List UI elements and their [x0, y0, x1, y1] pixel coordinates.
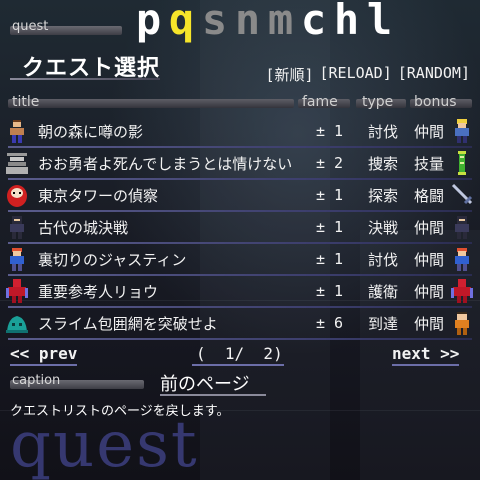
- quest-title: 東京タワーの偵察: [38, 187, 159, 205]
- quest-fame: ± 1: [316, 282, 344, 300]
- header-letter: c: [300, 0, 327, 44]
- quest-title: 朝の森に噂の影: [38, 123, 144, 141]
- reload-button[interactable]: [RELOAD]: [320, 64, 392, 85]
- column-header-bonus: bonus: [410, 94, 472, 112]
- quest-title: おお勇者よ死んでしまうとは情けない: [38, 155, 293, 173]
- quest-type: 討伐: [368, 123, 399, 141]
- quest-type: 探索: [368, 187, 399, 205]
- ally-ninja-icon: [455, 216, 469, 239]
- ally-monk-icon: [455, 312, 469, 335]
- quest-row[interactable]: 重要参考人リョウ ± 1 護衛 仲間: [0, 276, 480, 308]
- quest-type: 討伐: [368, 251, 399, 269]
- ally-red-knight-icon: [451, 279, 473, 303]
- header-letter: h: [333, 0, 360, 44]
- page-indicator-underline: [192, 364, 284, 366]
- quest-fame: ± 1: [316, 186, 344, 204]
- caption-underline: [160, 394, 266, 396]
- slime-icon: [6, 316, 28, 333]
- row-divider: [8, 338, 472, 340]
- quest-fame: ± 2: [316, 154, 344, 172]
- sword-icon: [451, 183, 473, 205]
- quest-bonus: 技量: [414, 155, 445, 173]
- page-indicator: ( 1/ 2): [196, 344, 283, 363]
- next-page-button[interactable]: next >>: [392, 344, 460, 366]
- scroll-icon: [458, 151, 466, 175]
- quest-watermark: quest: [10, 408, 199, 480]
- shrine-icon: [6, 153, 28, 174]
- quest-title: 古代の城決戦: [38, 219, 129, 237]
- quest-row[interactable]: 朝の森に噂の影 ± 1 討伐 仲間: [0, 116, 480, 148]
- column-header-fame: fame: [298, 94, 354, 112]
- caption-title: 前のページ: [160, 374, 250, 395]
- column-header-type: type: [356, 94, 408, 112]
- quest-bonus: 仲間: [414, 315, 445, 333]
- quest-fame: ± 1: [316, 122, 344, 140]
- hero-icon: [10, 248, 24, 271]
- daruma-icon: [7, 185, 27, 207]
- quest-row[interactable]: スライム包囲網を突破せよ ± 6 到達 仲間: [0, 308, 480, 340]
- random-button[interactable]: [RANDOM]: [398, 64, 470, 85]
- column-header-title: title: [8, 94, 298, 112]
- quest-bonus: 仲間: [414, 123, 445, 141]
- quest-bonus: 仲間: [414, 283, 445, 301]
- quest-fame: ± 1: [316, 218, 344, 236]
- quest-title: 裏切りのジャスティン: [38, 251, 187, 269]
- header-letter: m: [267, 0, 294, 44]
- header-letter: n: [234, 0, 261, 44]
- header-letter: s: [201, 0, 228, 44]
- ninja-icon: [10, 216, 24, 239]
- quest-bonus: 格闘: [414, 187, 445, 205]
- quest-row[interactable]: 東京タワーの偵察 ± 1 探索 格闘: [0, 180, 480, 212]
- header-letter: l: [366, 0, 393, 44]
- quest-bonus: 仲間: [414, 251, 445, 269]
- quest-row[interactable]: おお勇者よ死んでしまうとは情けない ± 2 捜索 技量: [0, 148, 480, 180]
- quest-fame: ± 6: [316, 314, 344, 332]
- header-letters: pqsnmchl: [134, 0, 394, 42]
- ally-hero-icon: [455, 248, 469, 271]
- red-knight-icon: [6, 279, 28, 303]
- quest-title: 重要参考人リョウ: [38, 283, 159, 301]
- fighter-icon: [10, 120, 24, 143]
- sort-buttons: [新順] [RELOAD] [RANDOM]: [265, 64, 470, 85]
- ally-blonde-icon: [455, 119, 469, 143]
- header-letter: q: [168, 0, 195, 44]
- quest-row[interactable]: 裏切りのジャスティン ± 1 討伐 仲間: [0, 244, 480, 276]
- quest-bonus: 仲間: [414, 219, 445, 237]
- quest-row[interactable]: 古代の城決戦 ± 1 決戦 仲間: [0, 212, 480, 244]
- quest-select-screen: quest pqsnmchl クエスト選択 [新順] [RELOAD] [RAN…: [0, 0, 480, 480]
- quest-type: 到達: [368, 315, 399, 333]
- prev-page-button[interactable]: << prev: [10, 344, 78, 366]
- quest-type: 決戦: [368, 219, 399, 237]
- title-underline: [10, 78, 160, 80]
- sort-newest-button[interactable]: [新順]: [265, 64, 313, 85]
- quest-fame: ± 1: [316, 250, 344, 268]
- quest-type: 捜索: [368, 155, 399, 173]
- quest-title: スライム包囲網を突破せよ: [38, 315, 218, 333]
- header-letter: p: [135, 0, 162, 44]
- quest-type: 護衛: [368, 283, 399, 301]
